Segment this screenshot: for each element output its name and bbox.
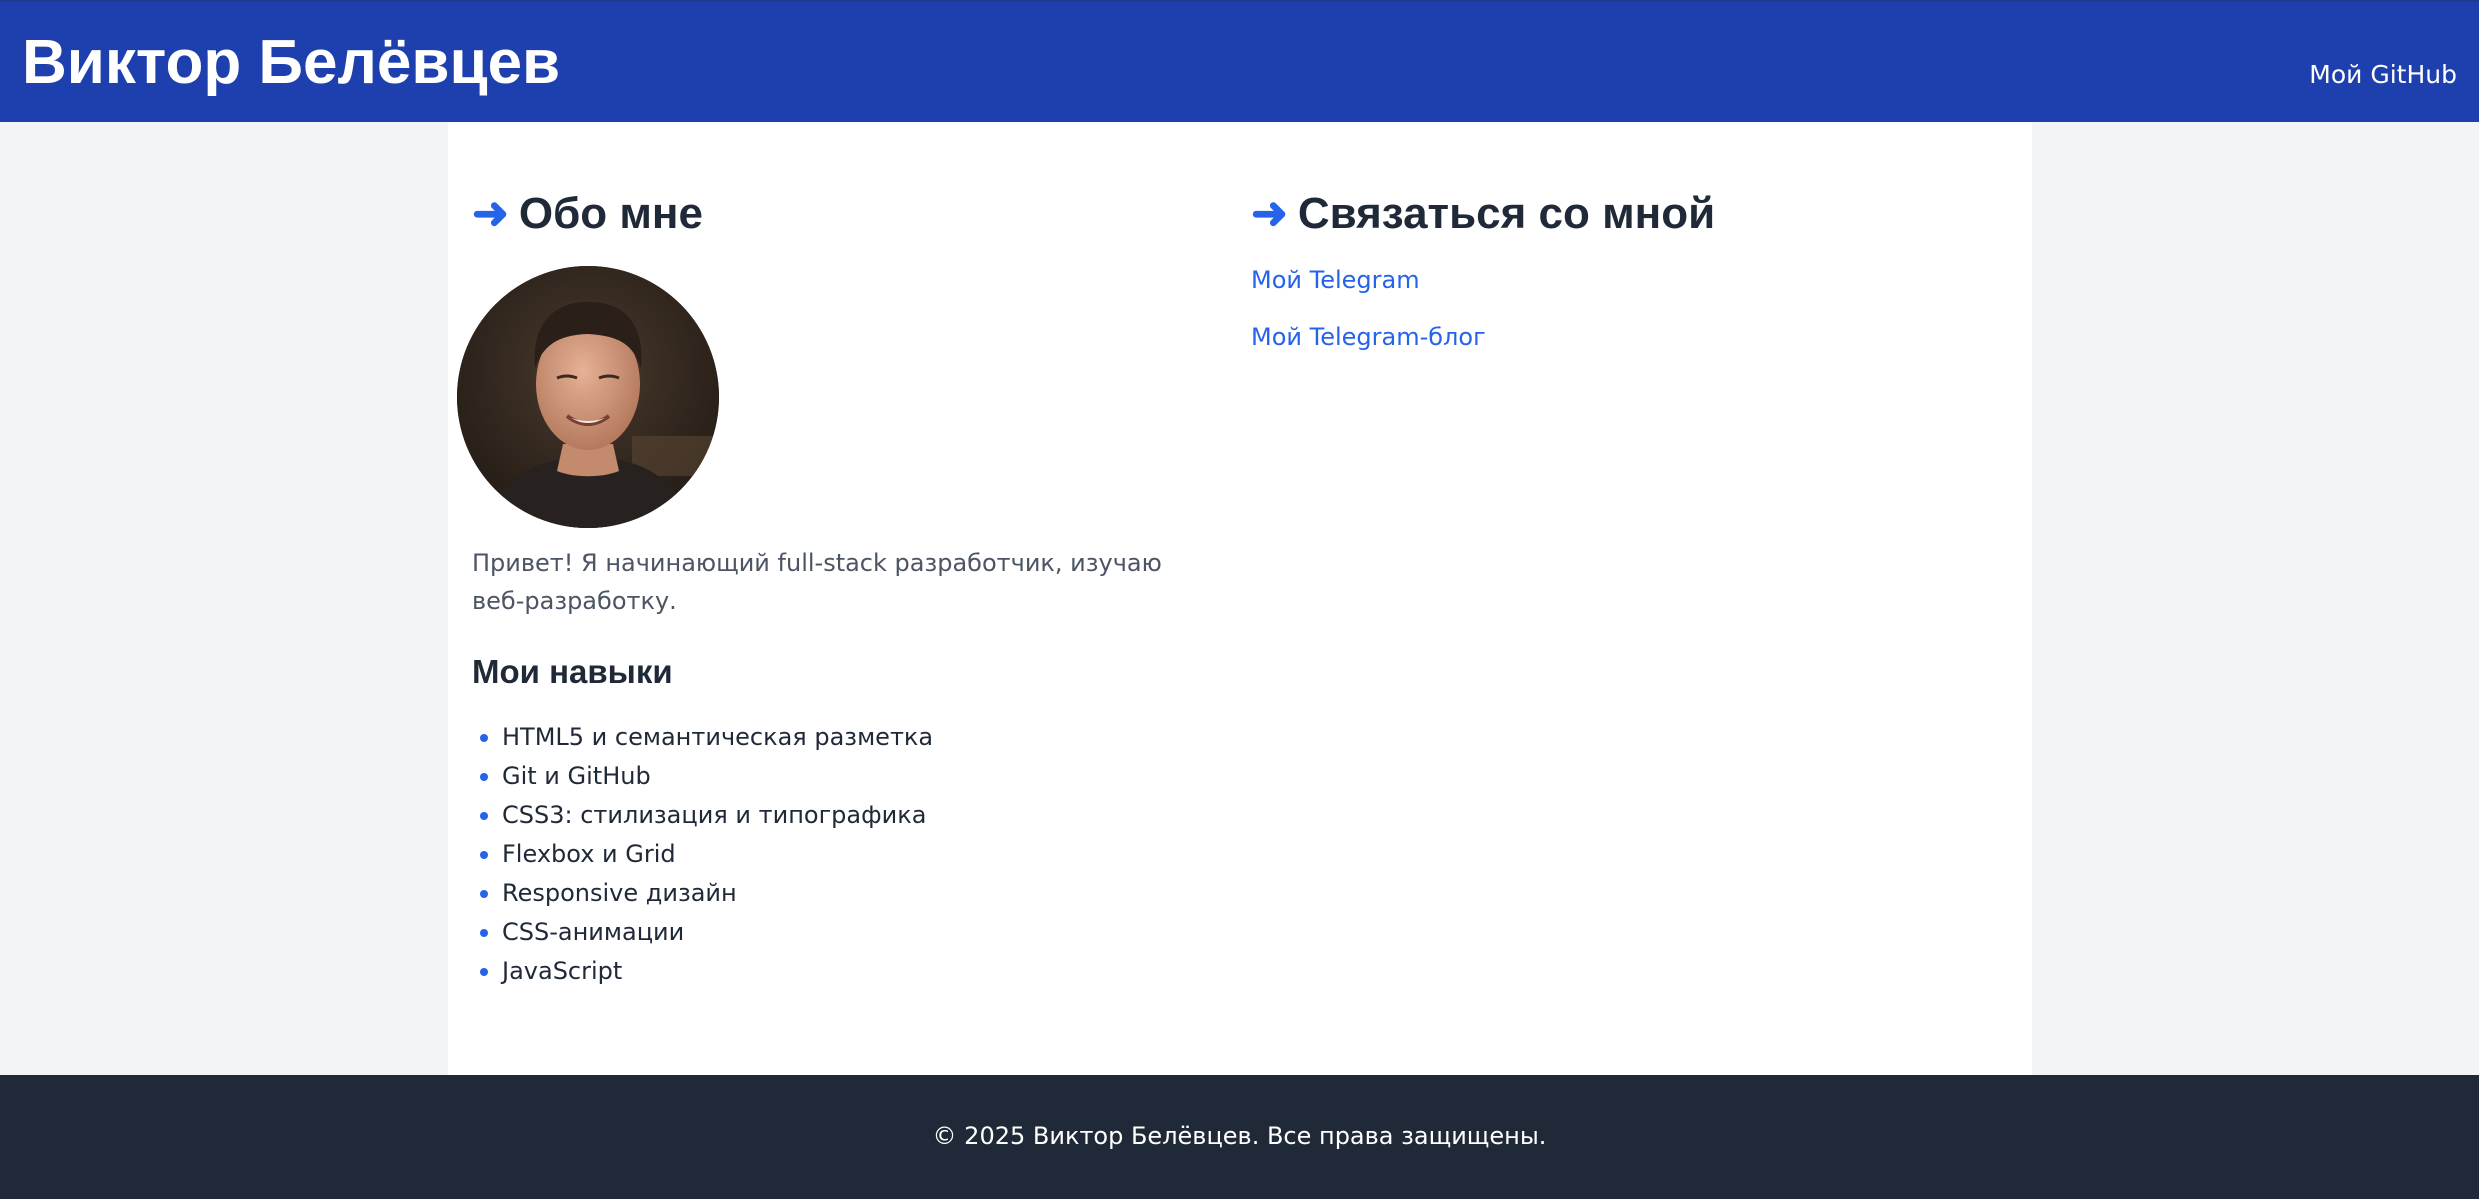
avatar [457,266,719,528]
contact-link-item: Мой Telegram-блог [1251,319,1486,376]
skill-item: CSS3: стилизация и типографика [472,796,933,835]
telegram-link[interactable]: Мой Telegram [1251,266,1420,294]
telegram-blog-link[interactable]: Мой Telegram-блог [1251,323,1486,351]
skill-label: CSS3: стилизация и типографика [502,801,927,829]
right-arrow-icon: ➜ [1251,189,1288,238]
contact-heading: ➜ Связаться со мной [1251,188,1715,240]
bullet-icon [480,851,488,859]
avatar-photo [457,266,719,528]
intro-text: Привет! Я начинающий full-stack разработ… [472,549,1162,615]
contact-link-item: Мой Telegram [1251,262,1486,319]
skills-heading: Мои навыки [472,653,673,690]
skill-item: Responsive дизайн [472,874,933,913]
skill-label: HTML5 и семантическая разметка [502,723,934,751]
bullet-icon [480,929,488,937]
skill-item: Git и GitHub [472,757,933,796]
bullet-icon [480,773,488,781]
bullet-icon [480,734,488,742]
skill-item: Flexbox и Grid [472,835,933,874]
site-title: Виктор Белёвцев [22,28,561,97]
skill-item: HTML5 и семантическая разметка [472,718,933,757]
skill-label: JavaScript [502,957,623,985]
main-content: ➜ Обо мне Привет! Я начинающий full-stac… [448,122,2032,1075]
site-header: Виктор Белёвцев Мой GitHub [0,0,2479,122]
contact-heading-text: Связаться со мной [1297,189,1716,238]
skill-label: CSS-анимации [502,918,685,946]
skill-label: Responsive дизайн [502,879,737,907]
copyright-text: © 2025 Виктор Белёвцев. Все права защище… [932,1122,1547,1150]
contact-links: Мой Telegram Мой Telegram-блог [1251,262,1486,376]
github-nav-link[interactable]: Мой GitHub [2309,60,2457,90]
skill-item: JavaScript [472,952,933,991]
bullet-icon [480,968,488,976]
skill-label: Git и GitHub [502,762,651,790]
skill-label: Flexbox и Grid [502,840,676,868]
skill-item: CSS-анимации [472,913,933,952]
site-footer: © 2025 Виктор Белёвцев. Все права защище… [0,1075,2479,1199]
skills-list: HTML5 и семантическая разметка Git и Git… [472,718,933,991]
bullet-icon [480,812,488,820]
bullet-icon [480,890,488,898]
about-heading: ➜ Обо мне [472,188,703,240]
right-arrow-icon: ➜ [472,189,509,238]
about-heading-text: Обо мне [518,189,703,238]
